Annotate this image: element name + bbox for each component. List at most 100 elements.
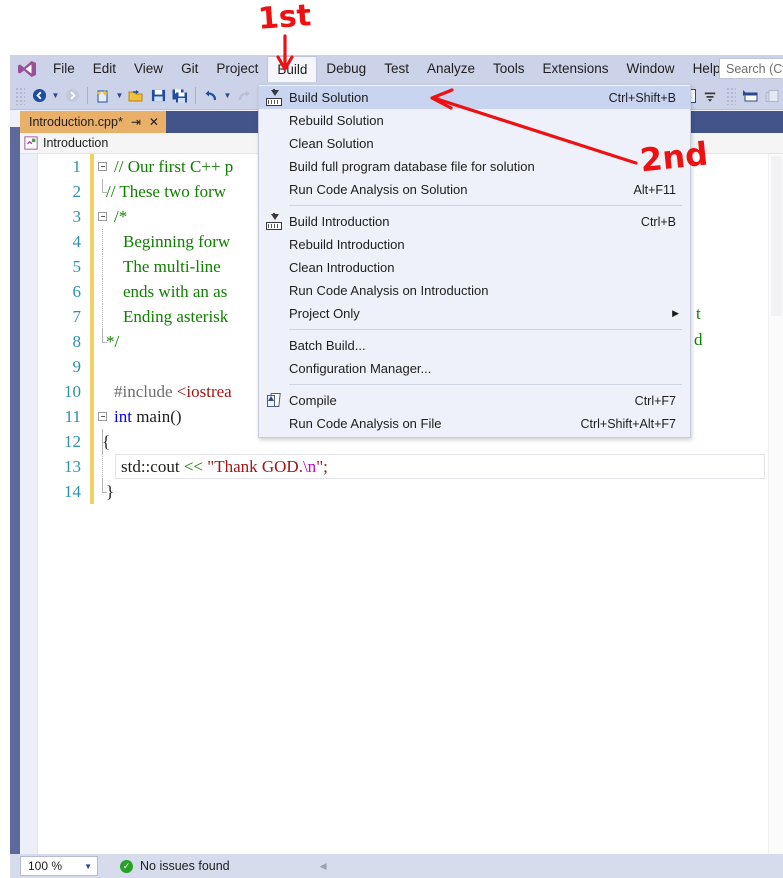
menu-item-label: Clean Introduction bbox=[289, 260, 395, 275]
menu-build-solution[interactable]: Build Solution Ctrl+Shift+B bbox=[259, 86, 690, 109]
menu-item-tools[interactable]: Tools bbox=[484, 55, 534, 82]
menu-separator bbox=[289, 205, 682, 206]
submenu-arrow-icon: ▶ bbox=[672, 308, 679, 318]
visual-studio-window: File Edit View Git Project Build Debug T… bbox=[10, 55, 783, 878]
close-icon[interactable]: ✕ bbox=[149, 116, 159, 128]
dropdown-caret-icon[interactable]: ▼ bbox=[84, 862, 92, 871]
change-bar bbox=[90, 229, 94, 254]
zoom-level-value: 100 % bbox=[28, 859, 63, 873]
zoom-level-combobox[interactable]: 100 % ▼ bbox=[20, 856, 98, 876]
menu-run-code-analysis-on-solution[interactable]: Run Code Analysis on Solution Alt+F11 bbox=[259, 178, 690, 201]
menu-bar: File Edit View Git Project Build Debug T… bbox=[10, 55, 783, 82]
menu-item-edit[interactable]: Edit bbox=[84, 55, 125, 82]
menu-item-label: Project Only bbox=[289, 306, 360, 321]
save-icon[interactable] bbox=[147, 85, 169, 107]
menu-item-label: Rebuild Solution bbox=[289, 113, 384, 128]
menu-build-full-program-database[interactable]: Build full program database file for sol… bbox=[259, 155, 690, 178]
line-number: 2 bbox=[72, 181, 82, 201]
navigate-back-dropdown-caret-icon[interactable]: ▼ bbox=[50, 85, 61, 107]
menu-item-shortcut: Ctrl+F7 bbox=[634, 393, 676, 408]
code-text: */ bbox=[106, 331, 120, 351]
menu-item-label: Build Introduction bbox=[289, 214, 390, 229]
tab-introduction-cpp[interactable]: Introduction.cpp* ⇥ ✕ bbox=[20, 111, 166, 133]
toolbar-grip[interactable] bbox=[15, 86, 25, 105]
menu-item-label: Batch Build... bbox=[289, 338, 366, 353]
menu-icon-slot bbox=[259, 302, 289, 325]
build-menu-dropdown[interactable]: Build Solution Ctrl+Shift+B Rebuild Solu… bbox=[258, 84, 691, 438]
code-text: // These two forw bbox=[106, 181, 227, 201]
menu-item-debug[interactable]: Debug bbox=[317, 55, 375, 82]
code-line-13: 13 std::cout << "Thank GOD. \n "; bbox=[38, 454, 783, 479]
window-left-frame-band bbox=[10, 127, 20, 878]
menu-item-label: Build Solution bbox=[289, 90, 369, 105]
toolbar-grip[interactable] bbox=[726, 86, 736, 105]
properties-window-icon[interactable] bbox=[739, 85, 761, 107]
line-number: 3 bbox=[72, 206, 82, 226]
open-file-icon[interactable] bbox=[125, 85, 147, 107]
menu-project-only[interactable]: Project Only ▶ bbox=[259, 302, 690, 325]
visual-studio-logo-icon bbox=[10, 55, 44, 82]
issues-status[interactable]: ✓ No issues found bbox=[120, 859, 230, 873]
menu-item-project[interactable]: Project bbox=[207, 55, 267, 82]
menu-item-label: Compile bbox=[289, 393, 337, 408]
menu-batch-build[interactable]: Batch Build... bbox=[259, 334, 690, 357]
menu-item-label: Run Code Analysis on Solution bbox=[289, 182, 468, 197]
change-bar bbox=[90, 354, 94, 379]
menu-item-window[interactable]: Window bbox=[618, 55, 684, 82]
menu-compile[interactable]: Compile Ctrl+F7 bbox=[259, 389, 690, 412]
menu-item-test[interactable]: Test bbox=[375, 55, 418, 82]
menu-run-code-analysis-on-introduction[interactable]: Run Code Analysis on Introduction bbox=[259, 279, 690, 302]
fold-toggle-icon[interactable] bbox=[94, 412, 111, 421]
prev-arrow-icon[interactable]: ◀ bbox=[320, 861, 327, 872]
pin-icon[interactable]: ⇥ bbox=[131, 116, 141, 128]
new-project-icon[interactable] bbox=[92, 85, 114, 107]
editor-vertical-scrollbar[interactable] bbox=[768, 154, 783, 854]
line-number: 5 bbox=[72, 256, 82, 276]
navigate-back-icon[interactable] bbox=[28, 85, 50, 107]
save-all-icon[interactable] bbox=[169, 85, 191, 107]
menu-item-file[interactable]: File bbox=[44, 55, 84, 82]
menu-clean-introduction[interactable]: Clean Introduction bbox=[259, 256, 690, 279]
menu-item-label: Run Code Analysis on Introduction bbox=[289, 283, 489, 298]
navigate-forward-icon[interactable] bbox=[61, 85, 83, 107]
menu-item-build[interactable]: Build bbox=[267, 55, 318, 82]
toolbar-separator bbox=[195, 87, 196, 104]
redo-icon[interactable] bbox=[233, 85, 255, 107]
menu-run-code-analysis-on-file[interactable]: Run Code Analysis on File Ctrl+Shift+Alt… bbox=[259, 412, 690, 435]
line-number: 13 bbox=[64, 456, 81, 476]
menu-icon-slot bbox=[259, 233, 289, 256]
undo-icon[interactable] bbox=[200, 85, 222, 107]
change-bar bbox=[90, 429, 94, 454]
fold-toggle-icon[interactable] bbox=[94, 212, 111, 221]
menu-rebuild-solution[interactable]: Rebuild Solution bbox=[259, 109, 690, 132]
menu-build-introduction[interactable]: Build Introduction Ctrl+B bbox=[259, 210, 690, 233]
line-number: 6 bbox=[72, 281, 82, 301]
code-text: std::cout bbox=[121, 456, 184, 476]
build-solution-icon bbox=[259, 86, 289, 109]
menu-configuration-manager[interactable]: Configuration Manager... bbox=[259, 357, 690, 380]
scrollbar-thumb[interactable] bbox=[771, 156, 782, 316]
build-project-icon bbox=[259, 210, 289, 233]
change-bar bbox=[90, 254, 94, 279]
menu-item-analyze[interactable]: Analyze bbox=[418, 55, 484, 82]
menu-icon-slot bbox=[259, 412, 289, 435]
menu-item-extensions[interactable]: Extensions bbox=[534, 55, 618, 82]
menu-separator bbox=[289, 329, 682, 330]
filter-icon[interactable] bbox=[699, 85, 721, 107]
code-line-14: 14 } bbox=[38, 479, 783, 504]
menu-item-git[interactable]: Git bbox=[172, 55, 207, 82]
editor-indicator-margin bbox=[20, 154, 38, 854]
menu-icon-slot bbox=[259, 256, 289, 279]
undo-dropdown-caret-icon[interactable]: ▼ bbox=[222, 85, 233, 107]
menu-clean-solution[interactable]: Clean Solution bbox=[259, 132, 690, 155]
new-project-dropdown-caret-icon[interactable]: ▼ bbox=[114, 85, 125, 107]
menu-rebuild-introduction[interactable]: Rebuild Introduction bbox=[259, 233, 690, 256]
code-text: The multi-line bbox=[123, 256, 225, 276]
toolbox-icon[interactable] bbox=[761, 85, 783, 107]
fold-toggle-icon[interactable] bbox=[94, 162, 111, 171]
menu-item-view[interactable]: View bbox=[125, 55, 172, 82]
toolbar-separator bbox=[87, 87, 88, 104]
line-number: 4 bbox=[72, 231, 82, 251]
search-input[interactable]: Search (Ctrl bbox=[719, 58, 783, 79]
menu-item-label: Rebuild Introduction bbox=[289, 237, 405, 252]
